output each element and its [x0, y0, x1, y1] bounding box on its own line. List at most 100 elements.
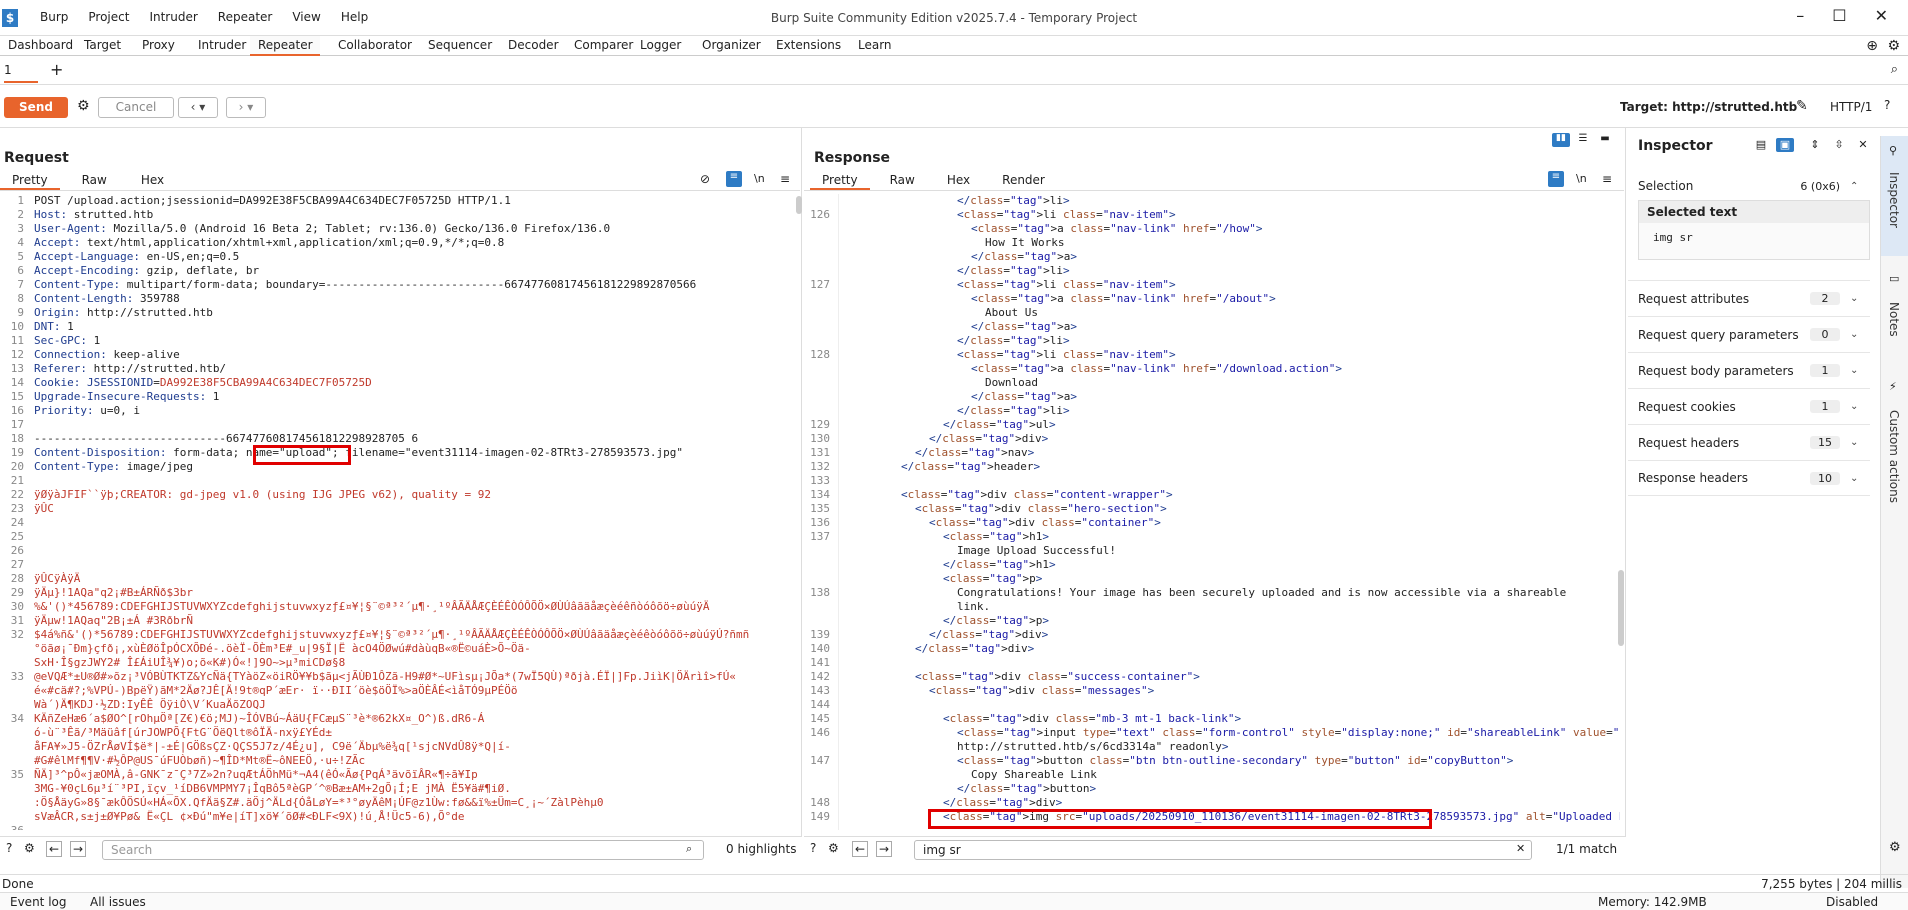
expand-all-icon[interactable]: ⇕: [1806, 138, 1824, 152]
request-menu-icon[interactable]: ≡: [780, 172, 790, 186]
side-tab-inspector[interactable]: Inspector: [1887, 172, 1901, 228]
prev-match-icon[interactable]: ←: [46, 841, 62, 857]
sidebar-settings-icon[interactable]: ⚙: [1889, 840, 1901, 855]
notes-icon[interactable]: ▭: [1889, 272, 1899, 285]
request-editor[interactable]: 1 POST /upload.action;jsessionid=DA992E38…: [0, 194, 794, 830]
tab-learn[interactable]: Learn: [850, 36, 900, 56]
tab-repeater[interactable]: Repeater: [250, 36, 320, 56]
line-number: 147: [810, 754, 830, 767]
response-prev-match-icon[interactable]: ←: [852, 841, 868, 857]
chevron-down-icon[interactable]: ⌄: [1850, 437, 1870, 448]
right-side-tabs: ⚲ Inspector ▭ Notes ⚡ Custom actions ⚙: [1880, 136, 1908, 888]
help-circle-icon[interactable]: ?: [6, 841, 12, 855]
line-text: </class="tag">header>: [901, 460, 1041, 473]
tab-organizer[interactable]: Organizer: [694, 36, 769, 56]
chevron-down-icon[interactable]: ⌄: [1850, 329, 1870, 340]
clear-search-icon[interactable]: ✕: [1516, 842, 1525, 855]
response-tab-render[interactable]: Render: [990, 170, 1057, 190]
minimize-icon[interactable]: –: [1796, 6, 1804, 25]
line-text: Content-Type: multipart/form-data; bound…: [34, 278, 697, 291]
layout-side-by-side-icon[interactable]: ▮▮: [1552, 133, 1570, 147]
layout-stacked-icon[interactable]: ☰: [1574, 133, 1592, 147]
disabled-status[interactable]: Disabled: [1826, 895, 1878, 909]
settings-gear-icon[interactable]: ⚙: [77, 98, 90, 114]
side-tab-custom-actions[interactable]: Custom actions: [1887, 410, 1901, 503]
side-tab-notes[interactable]: Notes: [1887, 302, 1901, 337]
line-number: 2: [17, 208, 24, 221]
response-next-match-icon[interactable]: →: [876, 841, 892, 857]
newline-icon[interactable]: \n: [754, 172, 765, 185]
tab-extensions[interactable]: Extensions: [768, 36, 849, 56]
response-tab-raw[interactable]: Raw: [878, 170, 927, 190]
close-inspector-icon[interactable]: ✕: [1854, 138, 1872, 152]
tab-collaborator[interactable]: Collaborator: [330, 36, 420, 56]
menu-view[interactable]: View: [282, 10, 330, 24]
request-tab-raw[interactable]: Raw: [70, 170, 119, 190]
response-list-toggle-icon[interactable]: ≡: [1548, 171, 1564, 187]
request-cookies-row[interactable]: Request cookies 1 ⌄: [1628, 388, 1870, 424]
search-settings-icon[interactable]: ⚙: [24, 841, 35, 855]
help-icon[interactable]: ?: [1884, 98, 1890, 112]
tab-dashboard[interactable]: Dashboard: [0, 36, 81, 56]
response-tab-hex[interactable]: Hex: [935, 170, 982, 190]
response-tab-pretty[interactable]: Pretty: [810, 170, 870, 190]
chevron-down-icon[interactable]: ⌄: [1850, 473, 1870, 484]
all-issues-link[interactable]: All issues: [90, 895, 146, 909]
request-search-input[interactable]: Search: [102, 840, 704, 860]
tab-sequencer[interactable]: Sequencer: [420, 36, 500, 56]
request-tab-hex[interactable]: Hex: [129, 170, 176, 190]
custom-actions-icon[interactable]: ⚡: [1889, 380, 1897, 393]
selection-section[interactable]: Selection 6 (0x6) ⌃: [1628, 168, 1870, 204]
close-icon[interactable]: ✕: [1875, 6, 1888, 25]
response-newline-icon[interactable]: \n: [1576, 172, 1587, 185]
send-button[interactable]: Send: [4, 97, 68, 118]
globe-icon[interactable]: ⊕: [1866, 38, 1878, 54]
request-headers-row[interactable]: Request headers 15 ⌄: [1628, 424, 1870, 460]
response-editor[interactable]: </class="tag">li> 126 <class="tag">li clas…: [806, 194, 1620, 830]
list-toggle-icon[interactable]: ≡: [726, 171, 742, 187]
inspector-side-icon[interactable]: ⚲: [1889, 144, 1897, 157]
inspector-layout-active-icon[interactable]: ▣: [1776, 138, 1794, 152]
response-scrollbar[interactable]: [1618, 570, 1624, 646]
settings-icon[interactable]: ⚙: [1887, 38, 1900, 54]
request-body-parameters-row[interactable]: Request body parameters 1 ⌄: [1628, 352, 1870, 388]
tab-decoder[interactable]: Decoder: [500, 36, 567, 56]
event-log-link[interactable]: Event log: [10, 895, 66, 909]
tab-proxy[interactable]: Proxy: [134, 36, 183, 56]
http-version[interactable]: HTTP/1: [1830, 100, 1872, 114]
menu-repeater[interactable]: Repeater: [208, 10, 283, 24]
chevron-down-icon[interactable]: ⌄: [1850, 293, 1870, 304]
menu-burp[interactable]: Burp: [30, 10, 78, 24]
tab-target[interactable]: Target: [76, 36, 129, 56]
add-tab-icon[interactable]: +: [50, 60, 63, 79]
menu-help[interactable]: Help: [331, 10, 378, 24]
layout-single-icon[interactable]: ▬: [1596, 133, 1614, 147]
tab-intruder[interactable]: Intruder: [190, 36, 254, 56]
chevron-up-icon[interactable]: ⌃: [1850, 181, 1870, 192]
forward-history-button[interactable]: › ▾: [226, 97, 266, 118]
request-attributes-row[interactable]: Request attributes 2 ⌄: [1628, 280, 1870, 316]
tab-comparer[interactable]: Comparer: [566, 36, 641, 56]
response-headers-row[interactable]: Response headers 10 ⌄: [1628, 460, 1870, 496]
menu-project[interactable]: Project: [78, 10, 139, 24]
edit-target-icon[interactable]: ✎: [1796, 98, 1808, 114]
repeater-tab-1[interactable]: 1: [4, 63, 38, 83]
next-match-icon[interactable]: →: [70, 841, 86, 857]
tab-logger[interactable]: Logger: [632, 36, 689, 56]
response-menu-icon[interactable]: ≡: [1602, 172, 1612, 186]
request-tab-pretty[interactable]: Pretty: [0, 170, 60, 190]
back-history-button[interactable]: ‹ ▾: [178, 97, 218, 118]
chevron-down-icon[interactable]: ⌄: [1850, 365, 1870, 376]
inspector-layout-icon[interactable]: ▤: [1752, 138, 1770, 152]
search-icon[interactable]: ⌕: [1891, 62, 1898, 77]
chevron-down-icon[interactable]: ⌄: [1850, 401, 1870, 412]
maximize-icon[interactable]: ☐: [1832, 6, 1846, 25]
collapse-all-icon[interactable]: ⇳: [1830, 138, 1848, 152]
menu-intruder[interactable]: Intruder: [139, 10, 207, 24]
response-search-input[interactable]: img sr: [914, 840, 1532, 860]
response-help-icon[interactable]: ?: [810, 841, 816, 855]
request-query-parameters-row[interactable]: Request query parameters 0 ⌄: [1628, 316, 1870, 352]
response-search-settings-icon[interactable]: ⚙: [828, 841, 839, 855]
hide-icon[interactable]: ⊘: [700, 172, 710, 186]
cancel-button[interactable]: Cancel: [98, 97, 174, 118]
